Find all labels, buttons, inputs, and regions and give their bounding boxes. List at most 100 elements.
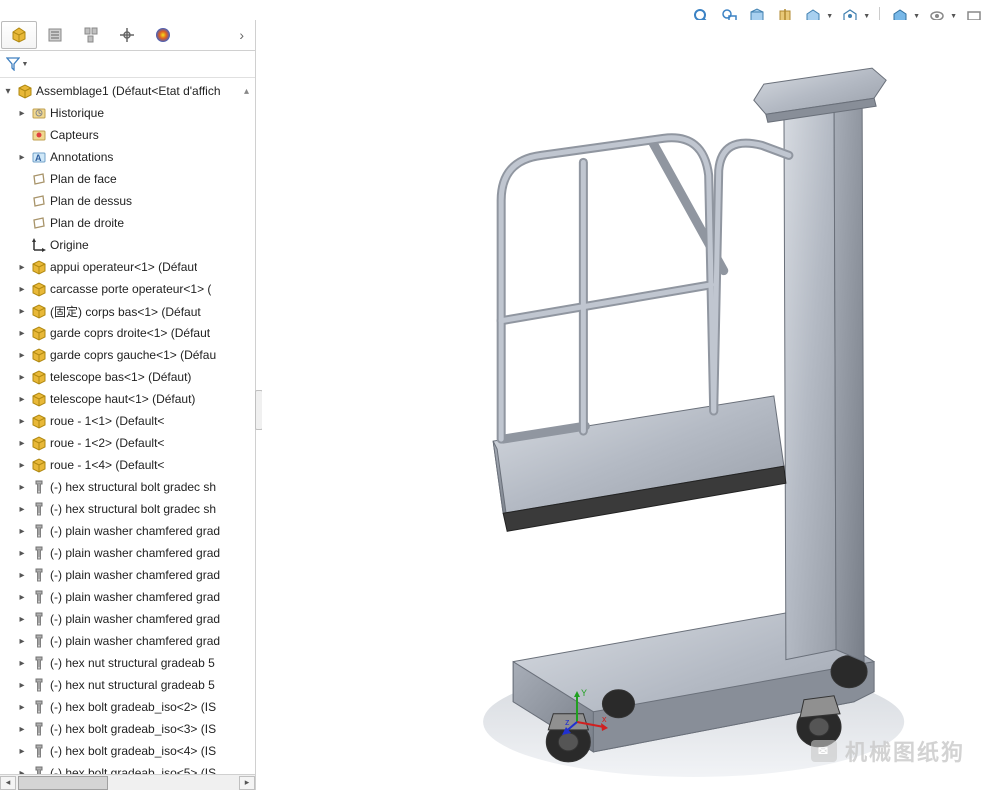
dropdown-icon[interactable]: ▼ xyxy=(913,13,920,20)
display-manager-tab[interactable] xyxy=(145,21,181,49)
tree-item-label: telescope bas<1> (Défaut) xyxy=(50,370,191,384)
collapse-icon[interactable]: ▾ xyxy=(2,86,14,97)
tree-item-label: (-) hex nut structural gradeab 5 xyxy=(50,656,215,670)
expand-icon[interactable]: ▸ xyxy=(16,482,28,493)
expand-icon[interactable]: ▸ xyxy=(16,570,28,581)
dropdown-icon[interactable]: ▼ xyxy=(826,13,833,20)
tree-item[interactable]: ▸(-) hex bolt gradeab_iso<5> (IS xyxy=(14,762,255,774)
fastener-icon xyxy=(30,522,48,540)
expand-icon[interactable]: ▸ xyxy=(16,438,28,449)
tree-item[interactable]: ▸carcasse porte operateur<1> ( xyxy=(14,278,255,300)
wechat-icon: ✉ xyxy=(811,740,837,762)
tree-item[interactable]: ▸appui operateur<1> (Défaut xyxy=(14,256,255,278)
expand-icon[interactable]: ▸ xyxy=(16,636,28,647)
tree-item[interactable]: Plan de droite xyxy=(14,212,255,234)
expand-icon[interactable]: ▸ xyxy=(16,108,28,119)
tree-item[interactable]: ▸(-) hex structural bolt gradec sh xyxy=(14,476,255,498)
tree-item[interactable]: Origine xyxy=(14,234,255,256)
expand-icon[interactable]: ▸ xyxy=(16,262,28,273)
tree-item-label: garde coprs gauche<1> (Défau xyxy=(50,348,216,362)
expand-icon[interactable]: ▸ xyxy=(16,284,28,295)
tree-item[interactable]: ▸roue - 1<4> (Default< xyxy=(14,454,255,476)
plane-icon xyxy=(30,170,48,188)
expand-icon[interactable]: ▸ xyxy=(16,152,28,163)
expand-icon[interactable]: ▸ xyxy=(16,306,28,317)
tree-item[interactable]: ▸ telescope haut<1> (Défaut) xyxy=(14,388,255,410)
tree-item[interactable]: ▸ garde coprs droite<1> (Défaut xyxy=(14,322,255,344)
tree-item-label: (-) plain washer chamfered grad xyxy=(50,546,220,560)
tree-item[interactable]: Plan de dessus xyxy=(14,190,255,212)
tree-item-label: garde coprs droite<1> (Défaut xyxy=(50,326,210,340)
fastener-icon xyxy=(30,588,48,606)
tree-item[interactable]: ▸ (-) hex nut structural gradeab 5 xyxy=(14,652,255,674)
filter-button[interactable]: ▼ xyxy=(4,53,30,75)
dimxpert-manager-tab[interactable] xyxy=(109,21,145,49)
tree-item[interactable]: ▸ (固定) corps bas<1> (Défaut xyxy=(14,300,255,322)
folder-annot-icon: A xyxy=(30,148,48,166)
expand-icon[interactable]: ▸ xyxy=(16,416,28,427)
tree-item[interactable]: ▸(-) plain washer chamfered grad xyxy=(14,586,255,608)
dropdown-icon[interactable]: ▼ xyxy=(863,13,870,20)
expand-icon[interactable]: ▸ xyxy=(16,394,28,405)
tree-item[interactable]: ▸(-) hex nut structural gradeab 5 xyxy=(14,674,255,696)
expand-icon[interactable]: ▸ xyxy=(16,328,28,339)
panel-collapse-icon[interactable]: › xyxy=(229,21,254,49)
orientation-triad[interactable]: Y x z xyxy=(562,687,612,737)
tree-item[interactable]: ▸ garde coprs gauche<1> (Défau xyxy=(14,344,255,366)
feature-tree[interactable]: ▾ Assemblage1 (Défaut<Etat d'affich ▴ ▸H… xyxy=(0,78,255,774)
tree-item[interactable]: ▸Historique xyxy=(14,102,255,124)
tree-item[interactable]: ▸(-) plain washer chamfered grad xyxy=(14,608,255,630)
scroll-thumb[interactable] xyxy=(18,776,108,790)
tree-item[interactable]: ▸ (-) plain washer chamfered grad xyxy=(14,542,255,564)
expand-icon[interactable]: ▸ xyxy=(16,504,28,515)
tree-item[interactable]: ▸ (-) hex bolt gradeab_iso<2> (IS xyxy=(14,696,255,718)
fastener-icon xyxy=(30,500,48,518)
tree-item[interactable]: ▸(-) plain washer chamfered grad xyxy=(14,630,255,652)
expand-icon[interactable]: ▸ xyxy=(16,592,28,603)
expand-icon[interactable]: ▸ xyxy=(16,548,28,559)
graphics-viewport[interactable]: Y x z xyxy=(262,20,1005,797)
tree-item-label: telescope haut<1> (Défaut) xyxy=(50,392,195,406)
part-icon xyxy=(30,368,48,386)
tree-item[interactable]: ▸(-) hex bolt gradeab_iso<3> (IS xyxy=(14,718,255,740)
expand-icon[interactable]: ▸ xyxy=(16,724,28,735)
expand-icon[interactable]: ▸ xyxy=(16,460,28,471)
chevron-up-icon[interactable]: ▴ xyxy=(244,86,255,97)
part-icon xyxy=(30,390,48,408)
tree-item[interactable]: ▸ telescope bas<1> (Défaut) xyxy=(14,366,255,388)
expand-icon[interactable]: ▸ xyxy=(16,658,28,669)
tree-item[interactable]: ▸(-) hex bolt gradeab_iso<4> (IS xyxy=(14,740,255,762)
tree-item[interactable]: ▸AAnnotations xyxy=(14,146,255,168)
configuration-manager-tab[interactable] xyxy=(73,21,109,49)
expand-icon[interactable]: ▸ xyxy=(16,614,28,625)
tree-item[interactable]: ▸(-) plain washer chamfered grad xyxy=(14,520,255,542)
fastener-icon xyxy=(30,610,48,628)
scroll-right-button[interactable]: ▸ xyxy=(239,776,255,790)
feature-manager-tab[interactable] xyxy=(1,21,37,49)
tree-item[interactable]: ▸roue - 1<1> (Default< xyxy=(14,410,255,432)
tree-item[interactable]: ▸(-) plain washer chamfered grad xyxy=(14,564,255,586)
tree-item[interactable]: Plan de face xyxy=(14,168,255,190)
horizontal-scrollbar[interactable]: ◂ ▸ xyxy=(0,774,255,790)
tree-item-label: (-) hex bolt gradeab_iso<2> (IS xyxy=(50,700,216,714)
expand-icon[interactable]: ▸ xyxy=(16,350,28,361)
tree-item[interactable]: ▸roue - 1<2> (Default< xyxy=(14,432,255,454)
fastener-icon xyxy=(30,764,48,774)
tree-item[interactable]: ▸(-) hex structural bolt gradec sh xyxy=(14,498,255,520)
expand-icon[interactable]: ▸ xyxy=(16,526,28,537)
tree-root[interactable]: ▾ Assemblage1 (Défaut<Etat d'affich ▴ xyxy=(0,80,255,102)
property-manager-tab[interactable] xyxy=(37,21,73,49)
expand-icon[interactable]: ▸ xyxy=(16,372,28,383)
tree-item[interactable]: Capteurs xyxy=(14,124,255,146)
origin-icon xyxy=(30,236,48,254)
scroll-left-button[interactable]: ◂ xyxy=(0,776,16,790)
tree-item-label: (固定) corps bas<1> (Défaut xyxy=(50,303,201,320)
tree-item-label: Plan de droite xyxy=(50,216,124,230)
fastener-icon xyxy=(30,654,48,672)
expand-icon[interactable]: ▸ xyxy=(16,680,28,691)
expand-icon[interactable]: ▸ xyxy=(16,746,28,757)
dropdown-icon[interactable]: ▼ xyxy=(950,13,957,20)
expand-icon[interactable]: ▸ xyxy=(16,702,28,713)
plane-icon xyxy=(30,192,48,210)
axis-x-label: x xyxy=(602,714,607,724)
